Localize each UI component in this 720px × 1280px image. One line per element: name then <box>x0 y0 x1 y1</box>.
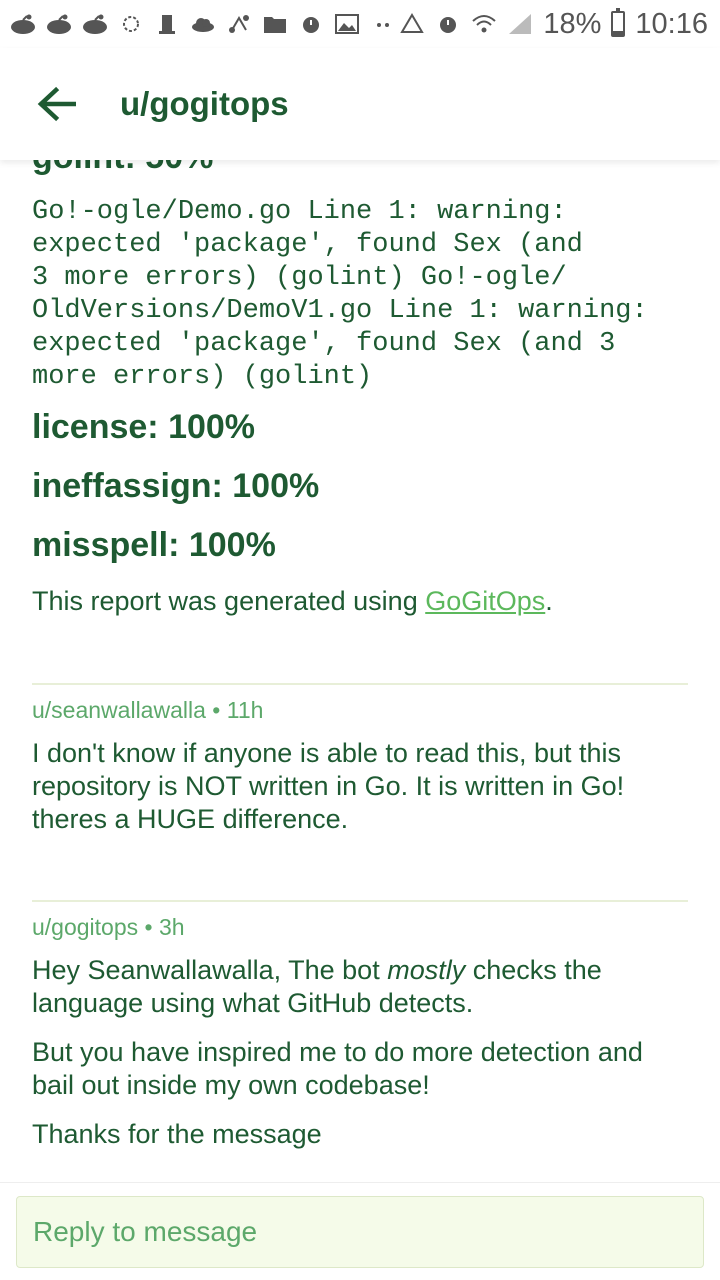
battery-fill <box>613 31 624 35</box>
golint-output: Go!-ogle/Demo.go Line 1: warning: expect… <box>32 197 648 392</box>
ineffassign-metric: ineffassign: 100% <box>32 467 320 505</box>
comment-body: But you have inspired me to do more dete… <box>32 1037 643 1100</box>
gogitops-link[interactable]: GoGitOps <box>425 586 545 616</box>
comment-divider <box>32 900 688 902</box>
wifi-icon <box>471 13 497 35</box>
reddit-icon <box>82 13 108 35</box>
comment-body: I don't know if anyone is able to read t… <box>32 738 625 834</box>
folder-icon <box>262 13 288 35</box>
comment-age: 3h <box>158 914 185 940</box>
more-icon <box>370 13 396 35</box>
comment-author[interactable]: u/seanwallawalla <box>32 697 206 723</box>
system-icons: 18% 10:16 <box>399 8 708 41</box>
alarm-icon <box>435 13 461 35</box>
comment-emphasis: mostly <box>387 955 466 985</box>
arrow-left-icon <box>37 86 76 122</box>
sync-icon <box>118 13 144 35</box>
message-content[interactable]: golint: 50% Go!-ogle/Demo.go Line 1: war… <box>32 160 688 1180</box>
comment-divider <box>32 683 688 685</box>
status-bar: 18% 10:16 <box>0 0 720 48</box>
alarm-icon <box>298 13 324 35</box>
meta-separator: • <box>138 914 159 940</box>
meta-separator: • <box>205 697 227 723</box>
comment-text: Hey Seanwallawalla, The bot <box>32 955 388 985</box>
battery-percent: 18% <box>543 7 602 40</box>
clock: 10:16 <box>635 7 708 40</box>
signal-icon <box>507 13 533 35</box>
comment-author[interactable]: u/gogitops <box>32 914 138 940</box>
reply-divider <box>0 1182 720 1183</box>
comment-meta: u/seanwallawalla • 11h <box>32 697 263 724</box>
image-icon <box>334 13 360 35</box>
comment-body: Thanks for the message <box>32 1119 322 1149</box>
page-title: u/gogitops <box>120 85 289 122</box>
reply-input[interactable]: Reply to message <box>16 1196 704 1268</box>
golint-heading: golint: 50% <box>32 160 213 177</box>
report-footer: This report was generated using GoGitOps… <box>32 586 553 617</box>
comment-body: Hey Seanwallawalla, The bot mostly check… <box>32 954 682 1020</box>
reddit-icon <box>10 13 36 35</box>
report-suffix: . <box>545 586 553 616</box>
cloud-icon <box>190 13 216 35</box>
comment-age: 11h <box>226 697 264 723</box>
network-icon <box>226 13 252 35</box>
license-metric: license: 100% <box>32 408 256 446</box>
building-icon <box>154 13 180 35</box>
report-text: This report was generated using <box>32 586 426 616</box>
battery-icon <box>611 8 626 37</box>
recycle-icon <box>399 13 425 35</box>
back-button[interactable] <box>32 80 80 128</box>
app-bar: u/gogitops <box>0 48 720 160</box>
misspell-metric: misspell: 100% <box>32 526 276 564</box>
notification-icons <box>10 13 396 35</box>
comment-meta: u/gogitops • 3h <box>32 914 185 941</box>
reddit-icon <box>46 13 72 35</box>
